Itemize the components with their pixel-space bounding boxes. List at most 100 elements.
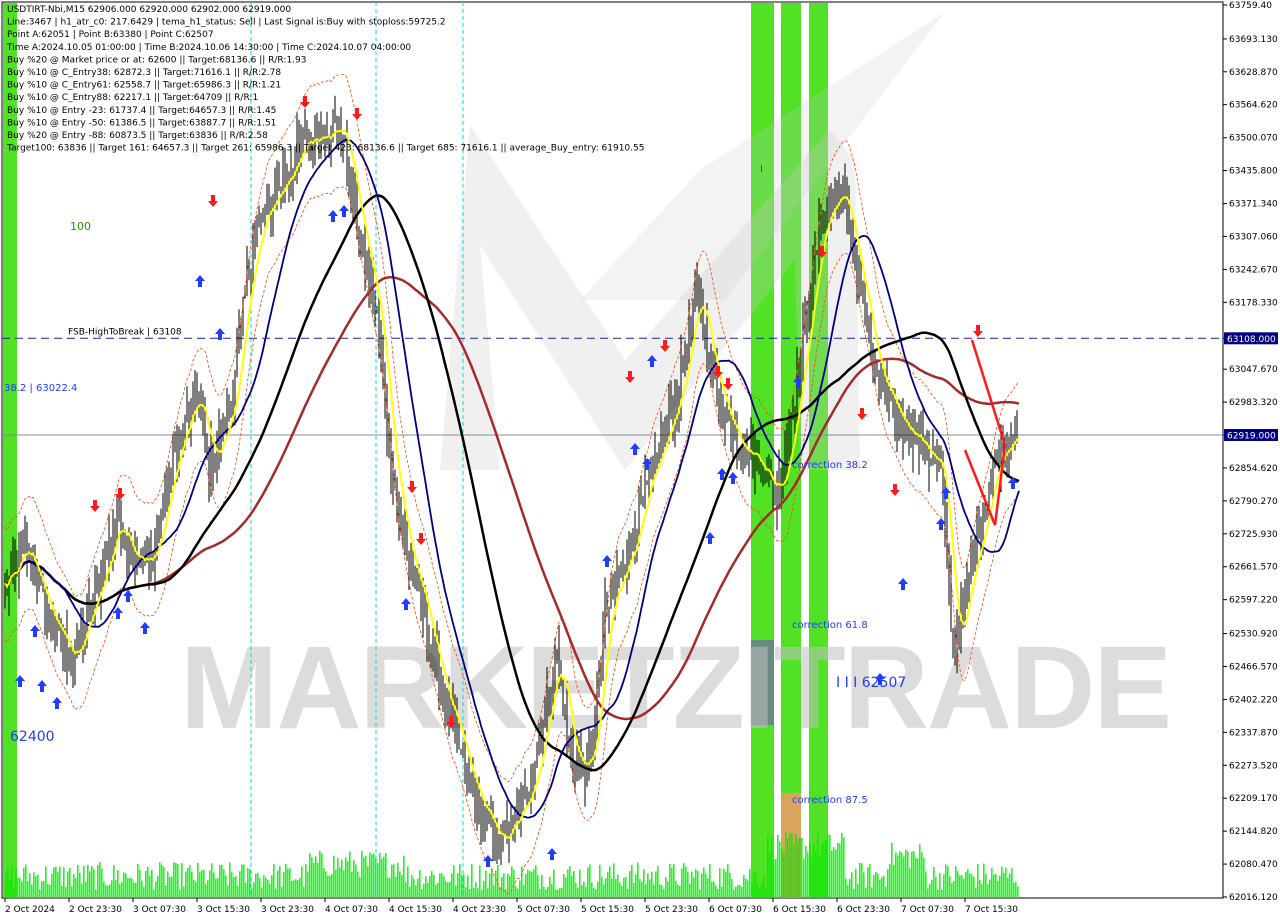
- volume-bar: [321, 853, 323, 898]
- volume-bar: [631, 864, 633, 898]
- sell-arrow-icon: [300, 96, 310, 108]
- volume-bar: [649, 879, 651, 898]
- volume-bar: [563, 873, 565, 898]
- volume-bar: [257, 873, 259, 898]
- time-axis[interactable]: 2 Oct 2024 2 Oct 23:30 3 Oct 07:30 3 Oct 15…: [4, 898, 1018, 915]
- price-62400-label: 62400: [10, 729, 55, 745]
- volume-bar: [415, 885, 417, 898]
- volume-bar: [423, 883, 425, 898]
- volume-bar: [991, 868, 993, 898]
- volume-bar: [325, 871, 327, 898]
- volume-bar: [339, 867, 341, 898]
- volume-bar: [35, 876, 37, 898]
- volume-bar: [297, 879, 299, 898]
- volume-bar: [483, 881, 485, 898]
- volume-bar: [465, 887, 467, 898]
- y-tick-label: 62144.820: [1229, 827, 1278, 837]
- volume-bar: [99, 862, 101, 898]
- volume-bar: [307, 871, 309, 898]
- y-tick-label: 63759.40: [1229, 1, 1272, 11]
- volume-bar: [135, 882, 137, 898]
- volume-bar: [641, 881, 643, 898]
- volume-bar: [337, 857, 339, 898]
- volume-bar: [755, 873, 757, 898]
- volume-bar: [797, 839, 799, 898]
- volume-bar: [589, 864, 591, 898]
- volume-bar: [617, 874, 619, 898]
- volume-bar: [869, 863, 871, 898]
- volume-bar: [733, 889, 735, 898]
- volume-bar: [25, 864, 27, 898]
- volume-bar: [1017, 886, 1019, 898]
- volume-bar: [663, 888, 665, 898]
- volume-histogram: [5, 832, 1019, 898]
- volume-bar: [1013, 882, 1015, 898]
- price-chart[interactable]: MARKETZITRADE FSB-HighToBreak | 63108 US…: [0, 0, 1280, 920]
- volume-bar: [129, 877, 131, 898]
- info-line-11: Target100: 63836 || Target 161: 64657.3 …: [6, 144, 644, 154]
- y-tick-label: 62466.570: [1229, 663, 1278, 673]
- volume-bar: [523, 884, 525, 898]
- volume-bar: [445, 881, 447, 898]
- volume-bar: [285, 863, 287, 898]
- info-line-7: Buy %10 @ C_Entry88: 62217.1 || Target:6…: [7, 93, 258, 103]
- volume-bar: [775, 858, 777, 898]
- volume-bar: [353, 860, 355, 898]
- volume-bar: [137, 863, 139, 898]
- volume-bar: [241, 864, 243, 898]
- volume-bar: [995, 874, 997, 898]
- price-axis[interactable]: 63759.40 63693.130 63628.870 63564.620 63500…: [1223, 1, 1278, 903]
- volume-bar: [213, 872, 215, 898]
- volume-bar: [809, 842, 811, 898]
- volume-bar: [913, 851, 915, 898]
- volume-bar: [159, 862, 161, 898]
- buy-arrow-icon: [37, 680, 47, 692]
- volume-bar: [871, 887, 873, 898]
- buy-arrow-icon: [339, 205, 349, 217]
- sell-arrow-icon: [90, 500, 100, 512]
- volume-bar: [833, 847, 835, 898]
- x-tick-label: 3 Oct 15:30: [197, 905, 250, 915]
- volume-bar: [283, 872, 285, 898]
- volume-bar: [263, 875, 265, 898]
- volume-bar: [23, 867, 25, 898]
- volume-bar: [51, 874, 53, 898]
- info-line-5: Buy %10 @ C_Entry38: 62872.3 || Target:7…: [7, 68, 281, 78]
- volume-bar: [549, 876, 551, 898]
- volume-bar: [193, 880, 195, 898]
- volume-bar: [953, 881, 955, 898]
- y-tick-label: 63628.870: [1229, 68, 1278, 78]
- volume-bar: [383, 856, 385, 898]
- volume-bar: [989, 879, 991, 898]
- volume-bar: [555, 889, 557, 898]
- volume-bar: [191, 871, 193, 898]
- volume-bar: [629, 871, 631, 898]
- x-tick-label: 2 Oct 2024: [5, 905, 55, 915]
- volume-bar: [567, 869, 569, 898]
- y-tick-label: 63047.670: [1229, 365, 1278, 375]
- volume-bar: [411, 875, 413, 898]
- volume-bar: [597, 881, 599, 898]
- volume-bar: [659, 884, 661, 898]
- volume-bar: [929, 884, 931, 898]
- x-tick-label: 5 Oct 23:30: [645, 905, 698, 915]
- volume-bar: [551, 884, 553, 898]
- volume-bar: [825, 840, 827, 898]
- volume-bar: [209, 870, 211, 898]
- volume-bar: [435, 885, 437, 898]
- volume-bar: [565, 877, 567, 898]
- level-100-label: 100: [70, 220, 91, 233]
- volume-bar: [917, 858, 919, 898]
- volume-bar: [85, 882, 87, 898]
- volume-bar: [745, 878, 747, 898]
- volume-bar: [697, 870, 699, 898]
- volume-bar: [233, 877, 235, 898]
- volume-bar: [695, 869, 697, 898]
- volume-bar: [605, 878, 607, 898]
- volume-bar: [609, 866, 611, 898]
- volume-bar: [701, 873, 703, 898]
- volume-bar: [975, 887, 977, 898]
- volume-bar: [381, 858, 383, 898]
- volume-bar: [1009, 873, 1011, 898]
- volume-bar: [725, 871, 727, 898]
